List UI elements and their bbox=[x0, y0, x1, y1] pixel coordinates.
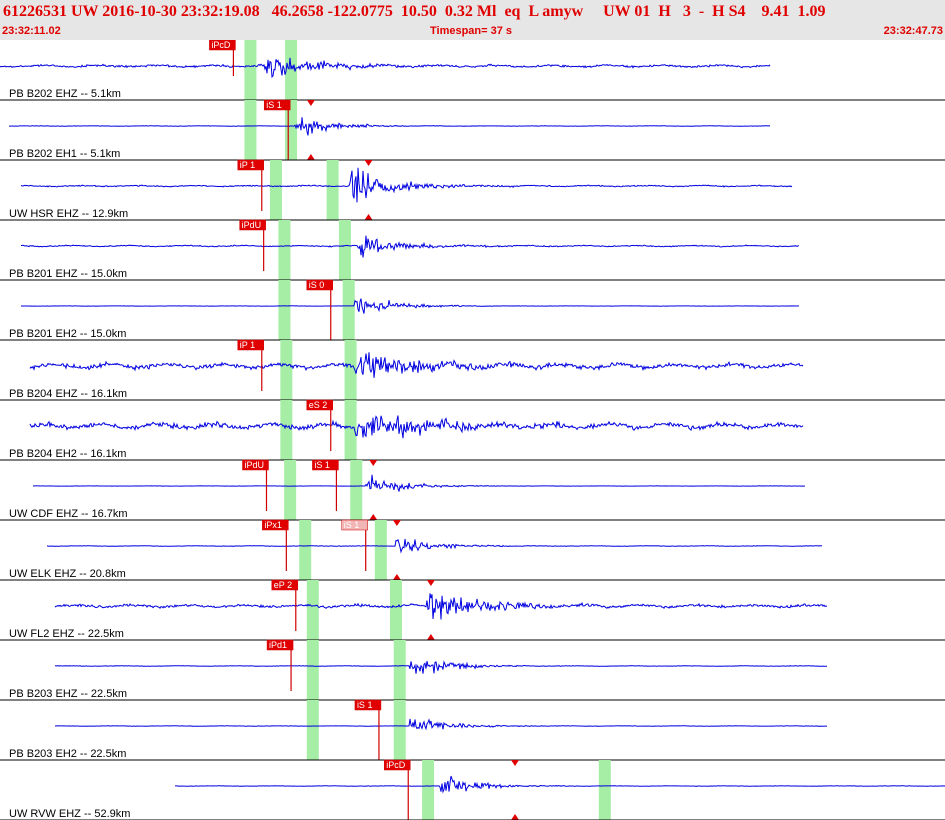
pick-window bbox=[306, 700, 319, 760]
pick-label: iPx1 bbox=[264, 520, 282, 530]
pick-window bbox=[278, 220, 291, 280]
pick-label: iS 0 bbox=[309, 280, 325, 290]
pick-label: iPcD bbox=[386, 760, 406, 770]
pick-marker-top bbox=[364, 160, 373, 166]
pick-window bbox=[280, 400, 293, 460]
station-label: PB B201 EH2 -- 15.0km bbox=[9, 328, 126, 340]
pick-marker-top bbox=[426, 580, 435, 586]
waveform-trace bbox=[20, 298, 800, 314]
pick-window bbox=[389, 580, 402, 640]
pick-window bbox=[350, 460, 363, 520]
pick-window bbox=[422, 760, 435, 820]
station-label: PB B202 EH1 -- 5.1km bbox=[9, 148, 120, 160]
waveform-trace bbox=[54, 718, 828, 731]
pick-window bbox=[306, 580, 319, 640]
pick-marker-top bbox=[511, 760, 520, 766]
waveform-trace bbox=[175, 775, 945, 794]
station-label: PB B202 EHZ -- 5.1km bbox=[9, 88, 121, 100]
pick-window bbox=[598, 760, 611, 820]
waveform-trace bbox=[46, 538, 823, 554]
pick-label: iS 1 bbox=[266, 100, 282, 110]
pick-window bbox=[284, 460, 297, 520]
pick-label: iPdU bbox=[244, 460, 264, 470]
pick-label: eS 2 bbox=[309, 400, 328, 410]
pick-label: iS 1 bbox=[357, 700, 373, 710]
pick-label: iS 1 bbox=[344, 520, 360, 530]
seismogram-panel[interactable]: iPcD PB B202 EHZ -- 5.1km iS 1 PB B202 EH1 … bbox=[0, 40, 945, 820]
pick-window bbox=[338, 220, 351, 280]
waveform-trace bbox=[54, 660, 828, 674]
timespan-label: Timespan= 37 s bbox=[430, 25, 513, 37]
pick-label: eP 2 bbox=[274, 580, 292, 590]
pick-label: iP 1 bbox=[240, 340, 255, 350]
pick-label: iPdU bbox=[242, 220, 262, 230]
pick-marker-bottom bbox=[306, 154, 315, 160]
pick-window bbox=[244, 40, 257, 100]
pick-marker-bottom bbox=[369, 514, 378, 520]
waveform-trace bbox=[29, 415, 804, 439]
waveform-trace bbox=[29, 352, 804, 378]
waveform-trace bbox=[54, 593, 828, 620]
station-label: PB B201 EHZ -- 15.0km bbox=[9, 268, 127, 280]
event-summary-title: 61226531 UW 2016-10-30 23:32:19.08 46.26… bbox=[3, 3, 826, 20]
station-label: UW HSR EHZ -- 12.9km bbox=[9, 208, 128, 220]
waveform-trace bbox=[9, 117, 771, 136]
pick-window bbox=[393, 700, 406, 760]
pick-marker-top bbox=[369, 460, 378, 466]
pick-label: iS 1 bbox=[314, 460, 330, 470]
waveform-trace bbox=[20, 167, 793, 203]
pick-marker-bottom bbox=[392, 574, 401, 580]
station-label: UW ELK EHZ -- 20.8km bbox=[9, 568, 126, 580]
station-label: PB B203 EH2 -- 22.5km bbox=[9, 748, 126, 760]
pick-window bbox=[278, 280, 291, 340]
pick-window bbox=[269, 160, 282, 220]
waveform-trace bbox=[21, 235, 800, 258]
pick-marker-bottom bbox=[511, 814, 520, 820]
pick-window bbox=[374, 520, 387, 580]
pick-window bbox=[280, 340, 293, 400]
start-time-label: 23:32:11.02 bbox=[2, 25, 61, 37]
pick-window bbox=[393, 640, 406, 700]
pick-window bbox=[342, 280, 355, 340]
pick-marker-bottom bbox=[364, 214, 373, 220]
event-header: 61226531 UW 2016-10-30 23:32:19.08 46.26… bbox=[0, 0, 945, 40]
pick-window bbox=[299, 520, 312, 580]
station-label: PB B204 EH2 -- 16.1km bbox=[9, 448, 126, 460]
waveform-trace bbox=[32, 474, 806, 492]
pick-marker-top bbox=[392, 520, 401, 526]
station-label: PB B203 EHZ -- 22.5km bbox=[9, 688, 127, 700]
pick-window bbox=[326, 160, 339, 220]
pick-window bbox=[306, 640, 319, 700]
pick-label: iP 1 bbox=[240, 160, 255, 170]
pick-window bbox=[244, 100, 257, 160]
waveform-trace bbox=[0, 57, 771, 79]
pick-marker-bottom bbox=[426, 634, 435, 640]
pick-label: iPd1 bbox=[269, 640, 287, 650]
station-label: UW RVW EHZ -- 52.9km bbox=[9, 808, 130, 820]
station-label: UW CDF EHZ -- 16.7km bbox=[9, 508, 128, 520]
station-label: PB B204 EHZ -- 16.1km bbox=[9, 388, 127, 400]
station-label: UW FL2 EHZ -- 22.5km bbox=[9, 628, 124, 640]
pick-label: iPcD bbox=[211, 40, 231, 50]
pick-marker-top bbox=[306, 100, 315, 106]
end-time-label: 23:32:47.73 bbox=[883, 25, 943, 37]
